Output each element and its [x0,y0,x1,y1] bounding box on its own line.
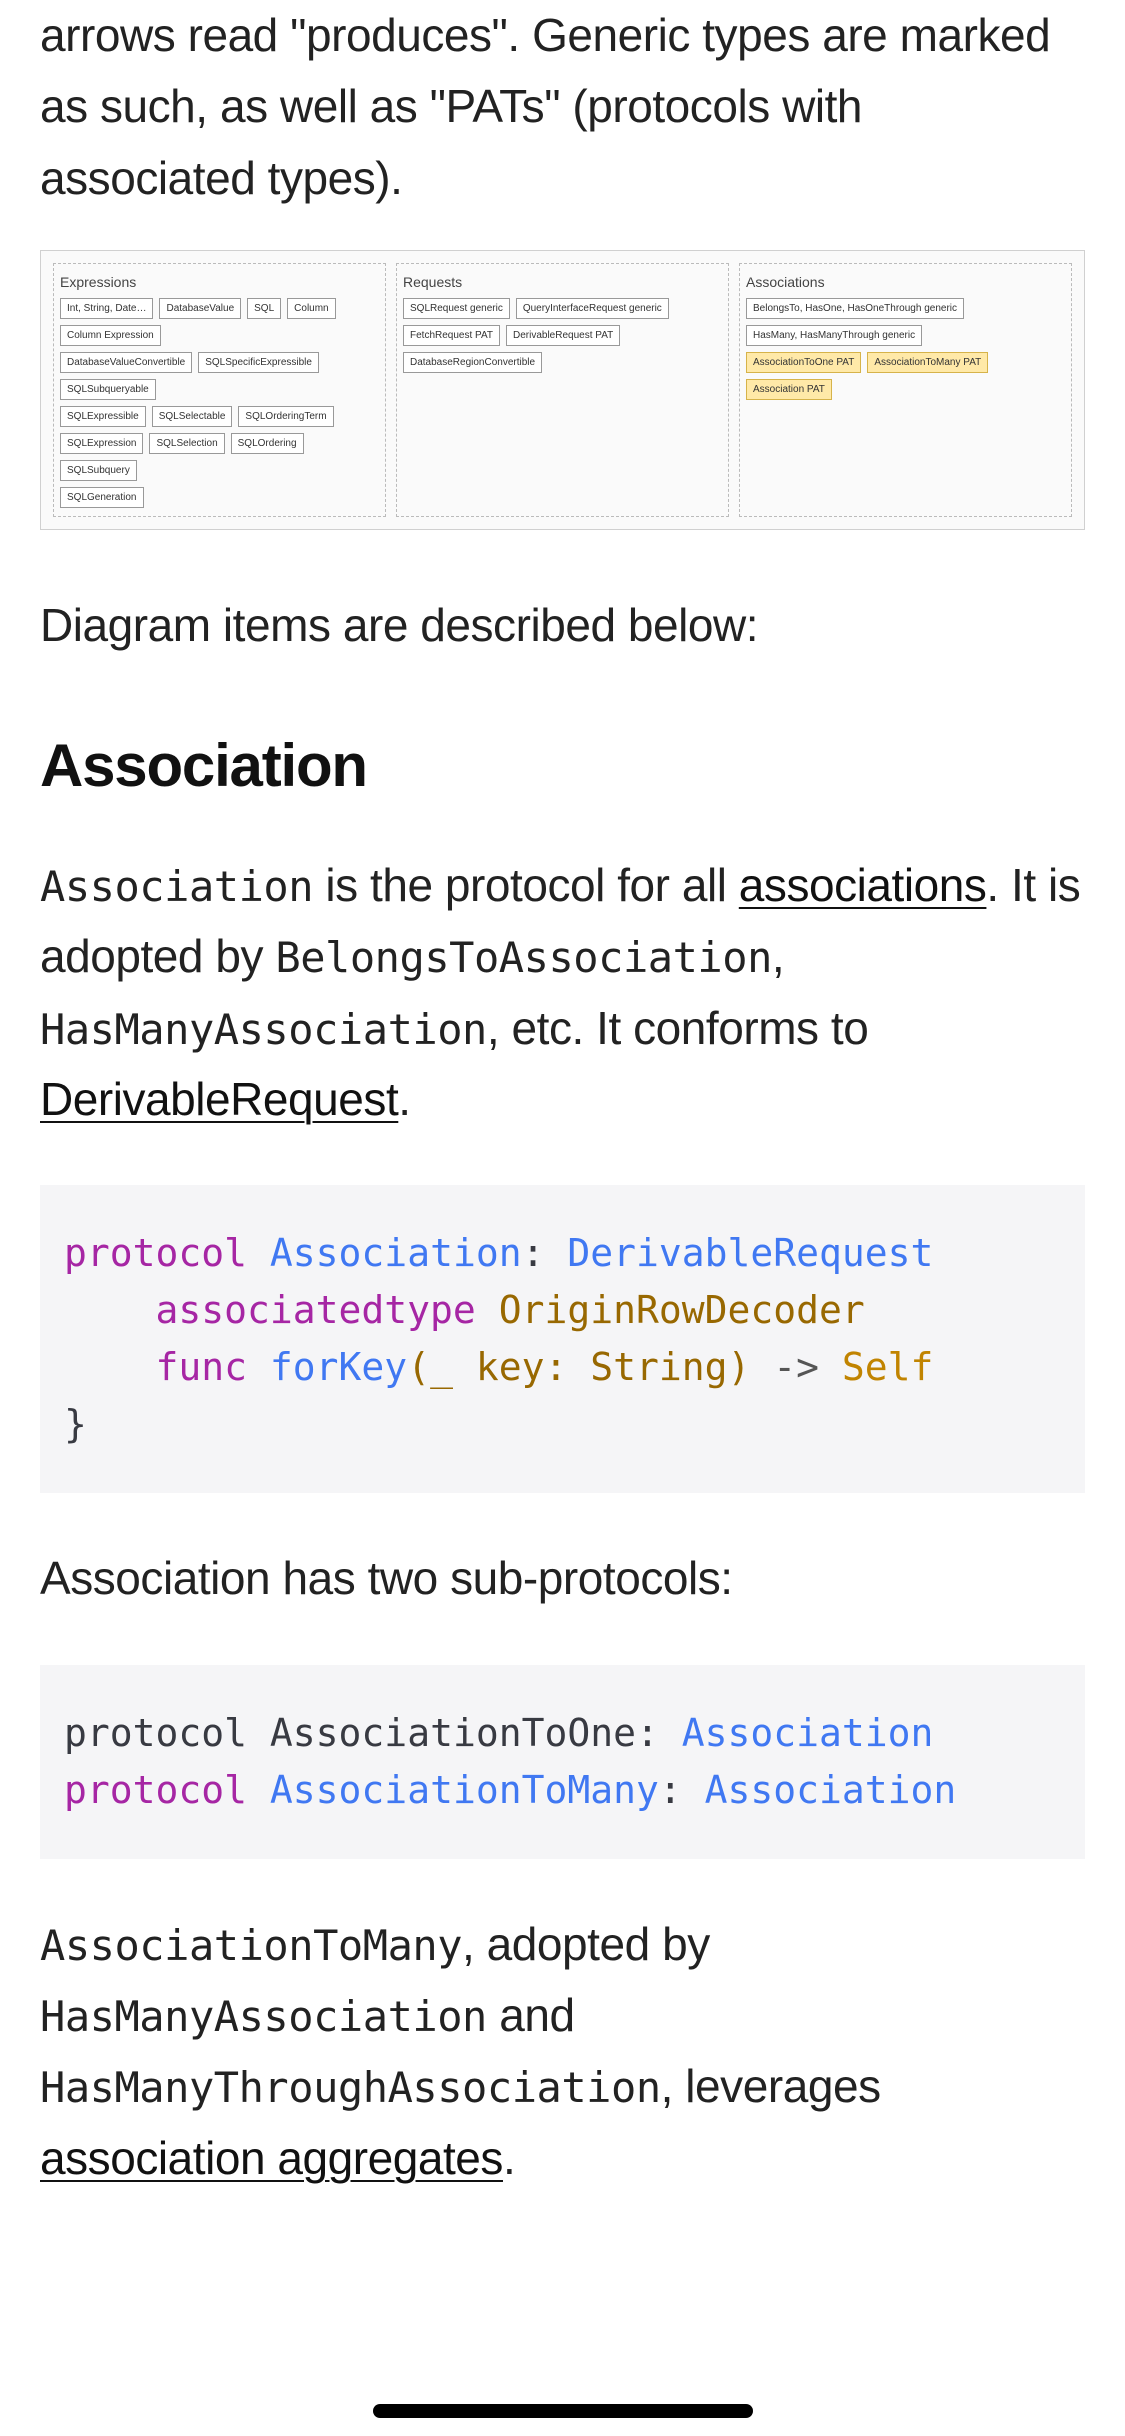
diagram-node: DerivableRequest PAT [506,325,620,346]
type-name: DerivableRequest [567,1231,933,1275]
diagram-node: SQLExpressible [60,406,146,427]
subprotocols-intro: Association has two sub-protocols: [40,1543,1085,1614]
inline-code: HasManyAssociation [40,1992,487,2041]
text: , etc. It conforms to [487,1002,868,1054]
code-block-association-protocol: protocol Association: DerivableRequest a… [40,1185,1085,1493]
diagram-node: SQLOrderingTerm [238,406,333,427]
punct: : [522,1231,545,1275]
diagram-node: SQLSelection [149,433,224,454]
type-name: Association [270,1231,522,1275]
association-intro-paragraph: Association is the protocol for all asso… [40,850,1085,1135]
diagram-node: SQLSubquery [60,460,137,481]
text: , leverages [661,2060,881,2112]
diagram-node: QueryInterfaceRequest generic [516,298,669,319]
func-name: forKey [270,1345,407,1389]
inline-code: HasManyAssociation [40,1005,487,1054]
diagram-node: BelongsTo, HasOne, HasOneThrough generic [746,298,964,319]
diagram-node: AssociationToOne PAT [746,352,861,373]
diagram-node: SQLSelectable [152,406,233,427]
keyword: func [156,1345,248,1389]
text: . [503,2132,515,2184]
cluster-title: Requests [403,274,722,290]
inline-code: HasManyThroughAssociation [40,2063,661,2112]
type-name: Association [682,1711,934,1755]
diagram-node: FetchRequest PAT [403,325,500,346]
diagram-node: SQLRequest generic [403,298,510,319]
type-name: AssociationToMany [270,1768,659,1812]
cluster-title: Associations [746,274,1065,290]
text: , [772,930,784,982]
diagram-cluster-requests: Requests SQLRequest generic QueryInterfac… [396,263,729,517]
type-name: OriginRowDecoder [499,1288,865,1332]
code-block-subprotocols: protocol AssociationToOne: Association p… [40,1665,1085,1859]
diagram-caption: Diagram items are described below: [40,590,1085,661]
punct: : [659,1768,682,1812]
punct: : [636,1711,659,1755]
section-heading-association: Association [40,731,1085,800]
diagram-cluster-expressions: Expressions Int, String, Date… DatabaseVa… [53,263,386,517]
keyword: associatedtype [156,1288,476,1332]
diagram-node: AssociationToMany PAT [867,352,988,373]
type-name: AssociationToOne [270,1711,636,1755]
inline-code: BelongsToAssociation [275,933,772,982]
keyword: protocol [64,1231,247,1275]
text: , adopted by [462,1918,710,1970]
keyword: protocol [64,1768,247,1812]
cluster-title: Expressions [60,274,379,290]
text: and [487,1989,575,2041]
intro-paragraph-tail: arrows read "produces". Generic types ar… [40,0,1085,214]
text: is the protocol for all [313,859,739,911]
arrow: -> [773,1345,819,1389]
home-indicator[interactable] [373,2404,753,2418]
diagram-cluster-associations: Associations BelongsTo, HasOne, HasOneTh… [739,263,1072,517]
diagram-node: HasMany, HasManyThrough generic [746,325,922,346]
diagram-node: SQLOrdering [231,433,304,454]
diagram-node: Column [287,298,335,319]
inline-code: AssociationToMany [40,1921,462,1970]
document-content: arrows read "produces". Generic types ar… [0,0,1125,2270]
type-diagram[interactable]: Expressions Int, String, Date… DatabaseVa… [40,250,1085,530]
diagram-node: SQL [247,298,281,319]
diagram-node: SQLSubqueryable [60,379,156,400]
derivablerequest-link[interactable]: DerivableRequest [40,1073,398,1125]
brace: } [64,1402,87,1446]
diagram-node: Column Expression [60,325,161,346]
diagram-node: DatabaseValueConvertible [60,352,192,373]
params: (_ key: String) [407,1345,750,1389]
diagram-node: SQLSpecificExpressible [198,352,319,373]
diagram-node: DatabaseRegionConvertible [403,352,542,373]
keyword: protocol [64,1711,247,1755]
diagram-node: Int, String, Date… [60,298,153,319]
type-name: Association [705,1768,957,1812]
diagram-node: SQLGeneration [60,487,144,508]
association-aggregates-link[interactable]: association aggregates [40,2132,503,2184]
association-to-many-paragraph: AssociationToMany, adopted by HasManyAss… [40,1909,1085,2194]
self-keyword: Self [842,1345,934,1389]
associations-link[interactable]: associations [739,859,987,911]
diagram-node: SQLExpression [60,433,143,454]
diagram-node: Association PAT [746,379,832,400]
text: . [398,1073,410,1125]
inline-code: Association [40,862,313,911]
diagram-node: DatabaseValue [159,298,241,319]
